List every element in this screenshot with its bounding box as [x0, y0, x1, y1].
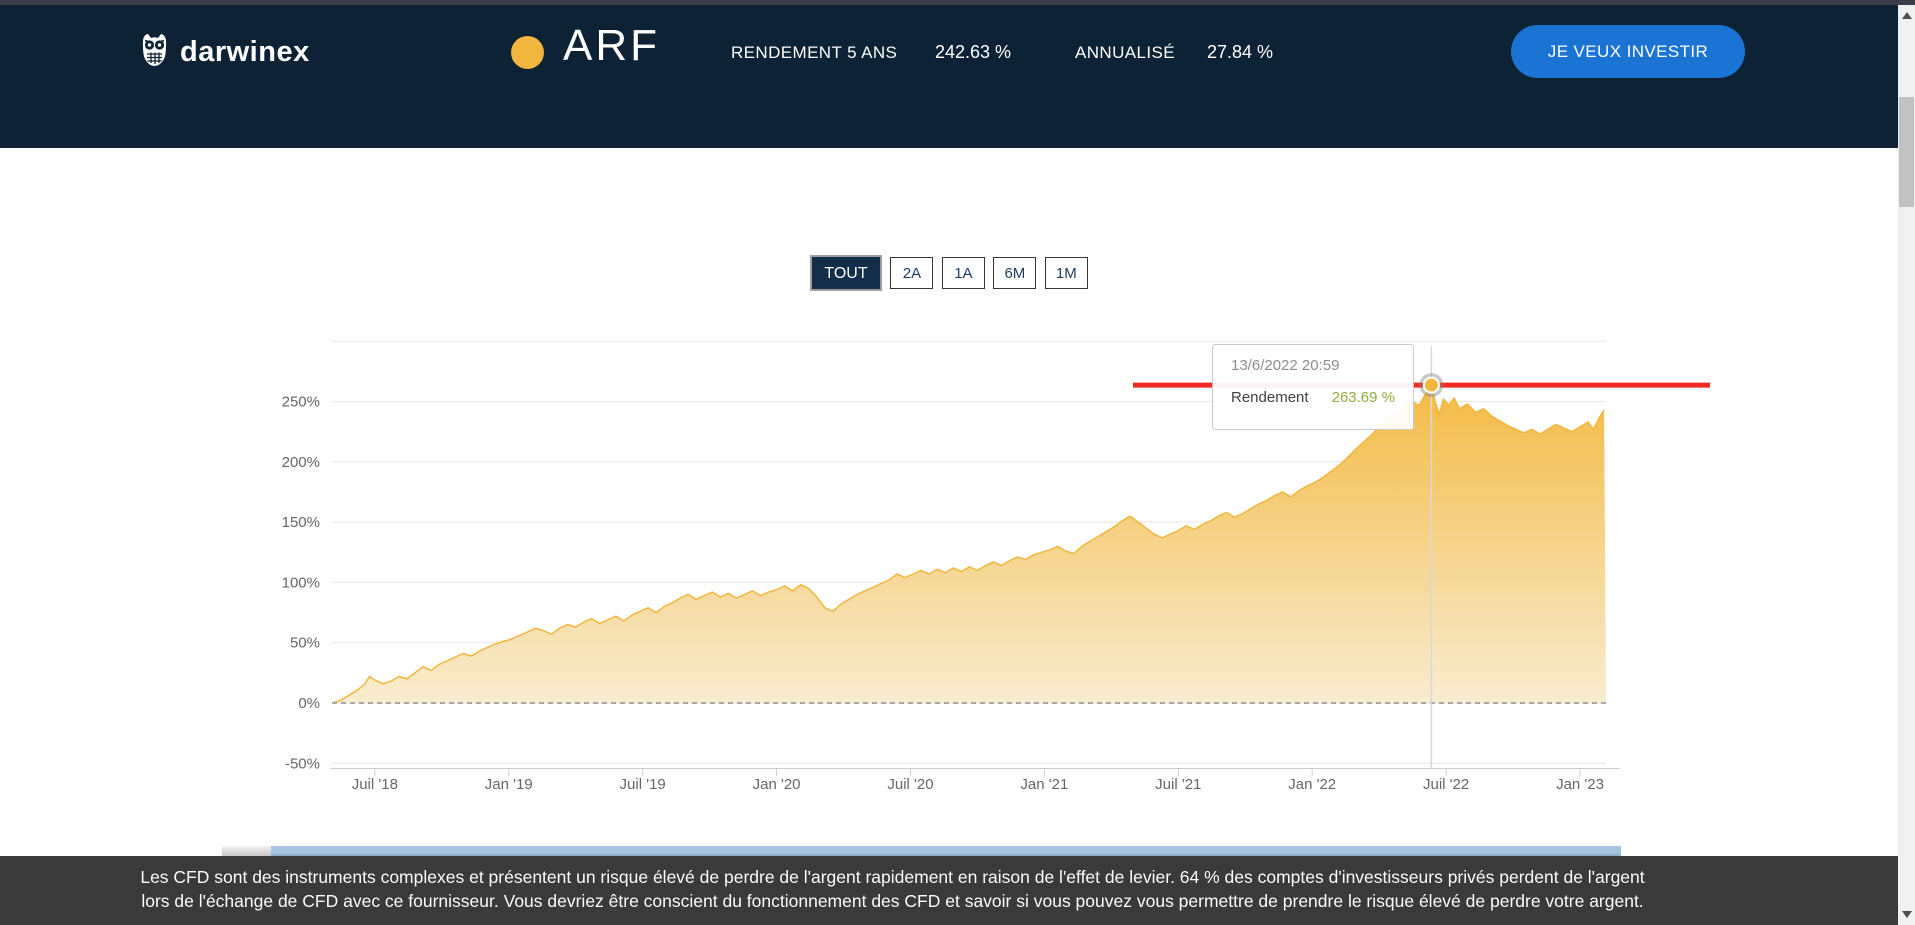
- stat-annualised-label: ANNUALISÉ: [1075, 43, 1175, 62]
- stat-annualised-value: 27.84 %: [1207, 42, 1274, 62]
- stat-return-5y-value: 242.63 %: [935, 42, 1012, 62]
- area-series: [332, 385, 1606, 703]
- x-axis-label: Juil '19: [620, 776, 666, 793]
- y-axis-label: 0%: [298, 695, 320, 712]
- disclaimer-line-2: lors de l'échange de CFD avec ce fournis…: [141, 891, 1644, 911]
- y-axis-label: 200%: [282, 454, 320, 471]
- x-axis-label: Juil '18: [352, 776, 398, 793]
- x-axis-label: Juil '20: [887, 776, 933, 793]
- y-axis-label: -50%: [285, 755, 320, 772]
- cfd-risk-disclaimer: Les CFD sont des instruments complexes e…: [0, 856, 1915, 925]
- x-axis-label: Juil '21: [1155, 776, 1201, 793]
- brand-name: darwinex: [180, 36, 310, 68]
- x-axis-label: Jan '21: [1020, 776, 1068, 793]
- asset-color-dot: [511, 36, 544, 69]
- chart-tooltip: 13/6/2022 20:59 Rendement 263.69 %: [1212, 344, 1414, 430]
- tooltip-value: 263.69 %: [1331, 389, 1395, 406]
- scroll-up-arrow-icon[interactable]: [1902, 12, 1912, 19]
- disclaimer-line-1: Les CFD sont des instruments complexes e…: [140, 867, 1645, 887]
- scrollbar-thumb[interactable]: [1899, 97, 1914, 207]
- x-axis-label: Jan '19: [485, 776, 533, 793]
- navigator-track-stub: [222, 846, 271, 856]
- range-button-1m[interactable]: 1M: [1044, 257, 1088, 289]
- scroll-down-arrow-icon[interactable]: [1902, 911, 1912, 918]
- navigator-bar[interactable]: [271, 846, 1621, 856]
- asset-symbol: ARF: [563, 21, 660, 70]
- invest-button[interactable]: JE VEUX INVESTIR: [1511, 25, 1745, 78]
- y-axis-label: 100%: [282, 574, 320, 591]
- vertical-scrollbar[interactable]: [1898, 0, 1915, 925]
- brand-logo[interactable]: darwinex: [138, 31, 310, 74]
- x-axis-label: Jan '23: [1556, 776, 1604, 793]
- header: darwinex ARF RENDEMENT 5 ANS 242.63 % AN…: [0, 5, 1915, 148]
- range-button-1a[interactable]: 1A: [941, 257, 985, 289]
- y-axis-label: 250%: [282, 394, 320, 411]
- tooltip-series-label: Rendement: [1231, 389, 1309, 406]
- stat-return-5y-label: RENDEMENT 5 ANS: [731, 43, 898, 62]
- range-button-tout[interactable]: TOUT: [810, 255, 882, 291]
- range-selector: TOUT 2A 1A 6M 1M: [810, 255, 1088, 291]
- range-button-2a[interactable]: 2A: [890, 257, 934, 289]
- owl-icon: [138, 31, 171, 74]
- window-top-edge: [0, 0, 1915, 5]
- hover-point-marker[interactable]: [1422, 376, 1440, 394]
- tooltip-datetime: 13/6/2022 20:59: [1231, 357, 1340, 374]
- x-axis-label: Juil '22: [1423, 776, 1469, 793]
- page: darwinex ARF RENDEMENT 5 ANS 242.63 % AN…: [0, 0, 1915, 925]
- x-axis-label: Jan '22: [1288, 776, 1336, 793]
- range-button-6m[interactable]: 6M: [993, 257, 1037, 289]
- y-axis-label: 150%: [282, 514, 320, 531]
- y-axis-label: 50%: [290, 635, 320, 652]
- x-axis-label: Jan '20: [753, 776, 801, 793]
